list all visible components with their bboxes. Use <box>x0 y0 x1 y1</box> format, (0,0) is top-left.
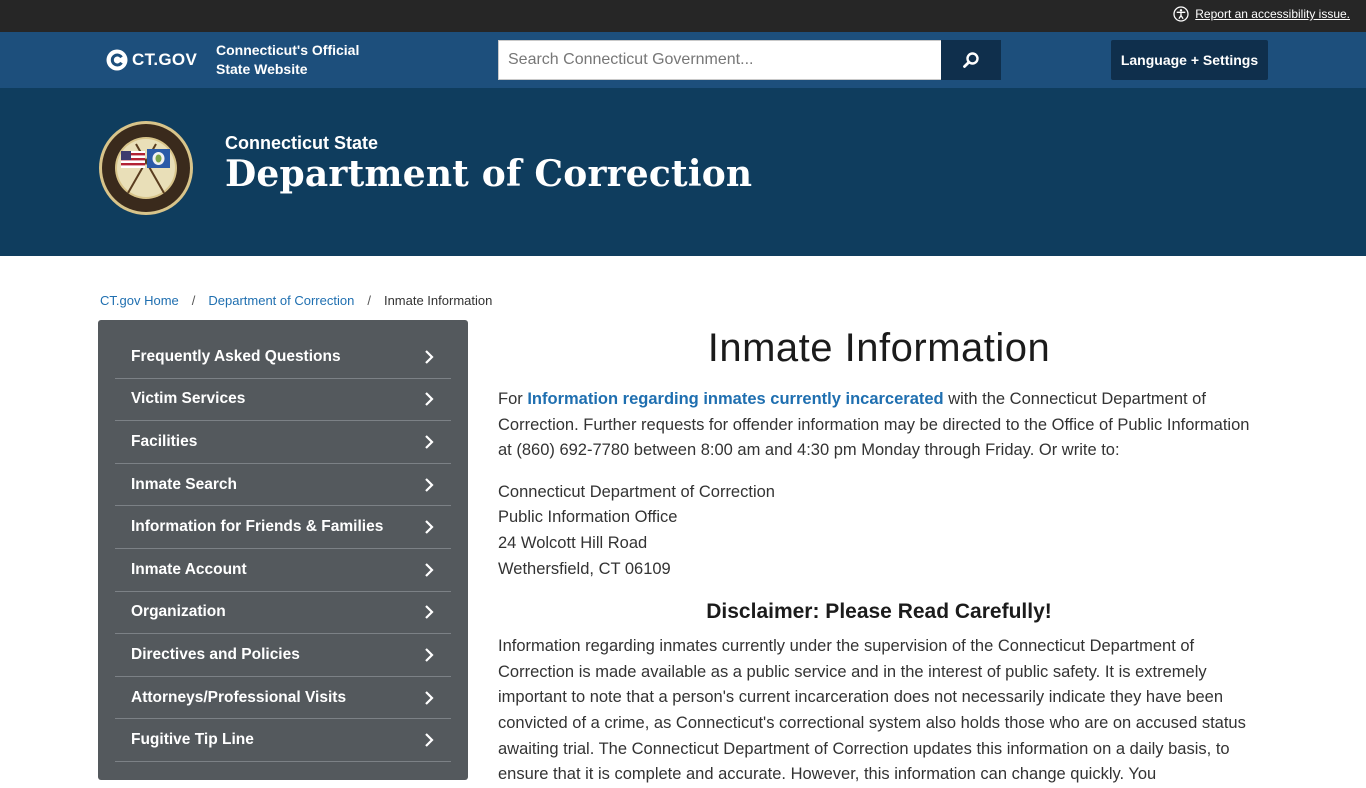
search-button[interactable] <box>941 40 1001 80</box>
search-bar <box>498 40 1001 80</box>
address-line: Wethersfield, CT 06109 <box>498 559 671 578</box>
sidebar-item-label: Fugitive Tip Line <box>131 731 254 749</box>
breadcrumb-current: Inmate Information <box>383 293 493 308</box>
breadcrumb: CT.gov Home / Department of Correction /… <box>100 293 492 308</box>
sidebar-item-victim-services[interactable]: Victim Services <box>115 379 451 422</box>
search-icon <box>963 52 979 68</box>
chevron-right-icon <box>425 648 434 662</box>
chevron-right-icon <box>425 435 434 449</box>
sidebar-item-inmate-search[interactable]: Inmate Search <box>115 464 451 507</box>
breadcrumb-separator: / <box>191 293 196 308</box>
chevron-right-icon <box>425 733 434 747</box>
sidebar-item-faq[interactable]: Frequently Asked Questions <box>115 336 451 379</box>
sidebar-item-label: Victim Services <box>131 390 246 408</box>
accessibility-icon <box>1173 6 1189 22</box>
address-line: 24 Wolcott Hill Road <box>498 533 648 552</box>
agency-subtitle: Connecticut State <box>225 133 379 153</box>
chevron-right-icon <box>425 690 434 705</box>
report-accessibility-link[interactable]: Report an accessibility issue. <box>1173 6 1350 22</box>
ct-gov-logo[interactable]: CT.GOV <box>106 49 197 71</box>
report-accessibility-label: Report an accessibility issue. <box>1195 7 1350 21</box>
intro-prefix: For <box>498 390 528 408</box>
sidebar-item-fugitive-tip-line[interactable]: Fugitive Tip Line <box>115 719 451 762</box>
site-header: CT.GOV Connecticut's Official State Webs… <box>0 32 1366 88</box>
breadcrumb-separator: / <box>367 293 371 308</box>
breadcrumb-department-of-correction[interactable]: Department of Correction <box>208 293 354 308</box>
sidebar-item-label: Frequently Asked Questions <box>131 347 341 365</box>
sidebar-item-label: Inmate Search <box>131 475 237 493</box>
sidebar-item-organization[interactable]: Organization <box>115 592 451 635</box>
language-settings-button[interactable]: Language + Settings <box>1111 40 1268 80</box>
breadcrumb-ct-gov-home[interactable]: CT.gov Home <box>100 293 179 308</box>
chevron-right-icon <box>425 605 434 620</box>
sidebar-item-label: Attorneys/Professional Visits <box>131 688 347 706</box>
sidebar-item-directives-policies[interactable]: Directives and Policies <box>115 634 451 677</box>
disclaimer-heading: Disclaimer: Please Read Carefully! <box>706 600 1052 624</box>
chevron-right-icon <box>425 477 434 492</box>
sidebar-item-label: Organization <box>131 603 226 621</box>
page-title: Inmate Information <box>707 326 1051 370</box>
sidebar-nav: Frequently Asked Questions Victim Servic… <box>98 320 468 780</box>
disclaimer-paragraph: Information regarding inmates currently … <box>498 637 1246 784</box>
sidebar-item-attorneys-visits[interactable]: Attorneys/Professional Visits <box>115 677 451 720</box>
search-input[interactable] <box>498 40 941 80</box>
sidebar-item-friends-families[interactable]: Information for Friends & Families <box>115 506 451 549</box>
utility-bar: Report an accessibility issue. <box>0 0 1366 32</box>
address-line: Public Information Office <box>498 508 678 527</box>
ct-logo-text: CT.GOV <box>132 50 198 69</box>
sidebar-item-label: Inmate Account <box>131 560 247 578</box>
chevron-right-icon <box>425 520 434 534</box>
sidebar-item-label: Information for Friends & Families <box>131 518 384 536</box>
address-line: Connecticut Department of Correction <box>498 482 775 501</box>
chevron-right-icon <box>425 562 434 577</box>
intro-paragraph: For Information regarding inmates curren… <box>498 387 1260 464</box>
agency-title: Department of Correction <box>225 153 753 195</box>
sidebar-item-facilities[interactable]: Facilities <box>115 421 451 464</box>
sidebar-item-label: Facilities <box>131 432 198 450</box>
chevron-right-icon <box>425 392 434 407</box>
mailing-address: Connecticut Department of Correction Pub… <box>498 480 1260 582</box>
inmates-incarcerated-link[interactable]: Information regarding inmates currently … <box>527 390 943 408</box>
site-tagline: Connecticut's Official State Website <box>216 42 360 77</box>
doc-seal-icon <box>99 121 193 215</box>
main-content: Inmate Information For Information regar… <box>498 320 1260 788</box>
sidebar-item-inmate-account[interactable]: Inmate Account <box>115 549 451 592</box>
chevron-right-icon <box>425 350 434 364</box>
ct-logo-icon <box>106 49 128 71</box>
sidebar-item-label: Directives and Policies <box>131 645 300 663</box>
